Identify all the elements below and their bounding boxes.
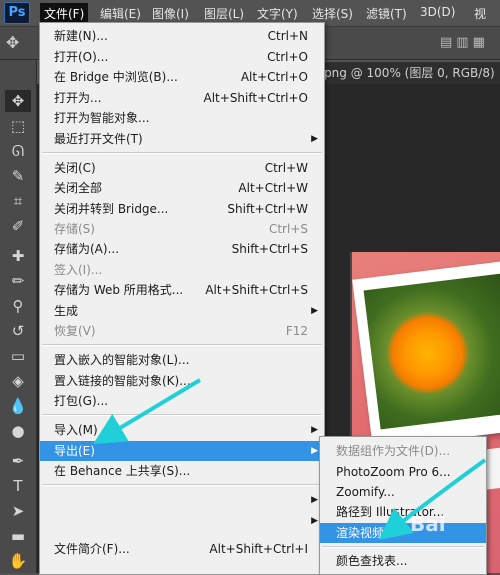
marquee-tool-icon[interactable]: ⬚ bbox=[5, 115, 31, 137]
pen-tool-icon[interactable]: ✒ bbox=[5, 450, 31, 472]
menu-file[interactable]: 文件(F) bbox=[40, 3, 89, 24]
paint-bucket-tool-icon[interactable]: ◈ bbox=[5, 370, 31, 392]
submenu-item-zoomify[interactable]: Zoomify... bbox=[320, 482, 486, 502]
submenu-item-layer-comps-to-files: 数据组作为文件(D)... bbox=[336, 444, 451, 458]
path-select-tool-icon[interactable]: ➤ bbox=[5, 500, 31, 522]
document-tab-title: s.png @ 100% (图层 0, RGB/8) bbox=[314, 66, 495, 80]
document-tab[interactable]: s.png @ 100% (图层 0, RGB/8) bbox=[300, 62, 500, 84]
watermark-text: Bai bbox=[410, 512, 446, 536]
menu-view[interactable]: 视 bbox=[472, 5, 488, 22]
history-brush-tool-icon[interactable]: ↺ bbox=[5, 320, 31, 342]
menu-item-open-smart-object[interactable]: 打开为智能对象... bbox=[40, 108, 324, 128]
menu-item-close[interactable]: 关闭(C) Ctrl+W bbox=[40, 158, 324, 178]
submenu-arrow-icon: ▶ bbox=[311, 134, 318, 144]
menu-item-place-embedded[interactable]: 置入嵌入的智能对象(L)... bbox=[40, 350, 324, 370]
submenu-item-render-video[interactable]: 渲染视频... bbox=[320, 523, 486, 543]
flower-photo bbox=[363, 273, 500, 430]
menu-item-export[interactable]: 导出(E) ▶ bbox=[40, 441, 324, 461]
dodge-tool-icon[interactable]: ● bbox=[5, 420, 31, 442]
menu-item-package[interactable]: 打包(G)... bbox=[40, 391, 324, 411]
lasso-tool-icon[interactable]: ᘏ bbox=[5, 140, 31, 162]
menu-separator bbox=[322, 546, 484, 548]
menu-3d[interactable]: 3D(D) bbox=[418, 5, 457, 19]
menu-layer[interactable]: 图层(L) bbox=[202, 5, 246, 22]
menu-item-open-as[interactable]: 打开为... Alt+Shift+Ctrl+O bbox=[40, 88, 324, 108]
menu-item-save: 存储(S) Ctrl+S bbox=[54, 222, 308, 236]
menu-item-file-info[interactable]: 文件简介(F)... Alt+Shift+Ctrl+I bbox=[40, 539, 324, 559]
menu-separator bbox=[42, 484, 322, 486]
crop-tool-icon[interactable]: ⌗ bbox=[5, 190, 31, 212]
eyedropper-tool-icon[interactable]: ✐ bbox=[5, 215, 31, 237]
menu-item-hidden-2[interactable]: ▶ bbox=[40, 511, 324, 531]
menu-item-close-go-bridge[interactable]: 关闭并转到 Bridge... Shift+Ctrl+W bbox=[40, 199, 324, 219]
menu-separator bbox=[42, 414, 322, 416]
menu-item-new[interactable]: 新建(N)... Ctrl+N bbox=[40, 26, 324, 46]
submenu-arrow-icon: ▶ bbox=[311, 306, 318, 316]
healing-brush-tool-icon[interactable]: ✚ bbox=[5, 245, 31, 267]
submenu-arrow-icon: ▶ bbox=[311, 516, 318, 526]
submenu-arrow-icon: ▶ bbox=[311, 495, 318, 505]
menu-separator bbox=[42, 152, 322, 154]
clone-stamp-tool-icon[interactable]: ⚲ bbox=[5, 295, 31, 317]
move-tool-icon[interactable]: ✥ bbox=[6, 33, 19, 52]
brush-tool-icon[interactable]: ✏ bbox=[5, 270, 31, 292]
hand-tool-icon[interactable]: ✋ bbox=[5, 550, 31, 572]
menu-type[interactable]: 文字(Y) bbox=[255, 5, 300, 22]
submenu-item-paths-to-illustrator[interactable]: 路径到 Illustrator... bbox=[320, 502, 486, 522]
menu-item-share-behance[interactable]: 在 Behance 上共享(S)... bbox=[40, 461, 324, 481]
menu-item-save-as[interactable]: 存储为(A)... Shift+Ctrl+S bbox=[40, 239, 324, 259]
menu-item-hidden-1[interactable]: ▶ bbox=[40, 490, 324, 510]
submenu-arrow-icon: ▶ bbox=[311, 425, 318, 435]
menu-image[interactable]: 图像(I) bbox=[150, 5, 191, 22]
file-menu: 新建(N)... Ctrl+N 打开(O)... Ctrl+O 在 Bridge 中… bbox=[39, 22, 325, 575]
rectangle-tool-icon[interactable]: ▬ bbox=[5, 525, 31, 547]
menu-item-browse-bridge[interactable]: 在 Bridge 中浏览(B)... Alt+Ctrl+O bbox=[40, 67, 324, 87]
quick-select-tool-icon[interactable]: ✎ bbox=[5, 165, 31, 187]
submenu-arrow-icon: ▶ bbox=[311, 446, 318, 456]
menu-filter[interactable]: 滤镜(T) bbox=[364, 5, 409, 22]
submenu-item-color-lookup-tables[interactable]: 颜色查找表... bbox=[320, 551, 486, 571]
align-icons[interactable]: ▤▥▦ bbox=[440, 35, 489, 50]
menu-item-open[interactable]: 打开(O)... Ctrl+O bbox=[40, 47, 324, 67]
eraser-tool-icon[interactable]: ▭ bbox=[5, 345, 31, 367]
type-tool-icon[interactable]: T bbox=[5, 475, 31, 497]
menu-item-close-all[interactable]: 关闭全部 Alt+Ctrl+W bbox=[40, 178, 324, 198]
menu-item-generate[interactable]: 生成 ▶ bbox=[40, 301, 324, 321]
menu-select[interactable]: 选择(S) bbox=[310, 5, 355, 22]
submenu-item-photozoom[interactable]: PhotoZoom Pro 6... bbox=[320, 462, 486, 482]
photo-frame bbox=[352, 261, 500, 449]
menu-item-check-in: 签入(I)... bbox=[54, 263, 103, 277]
photoshop-logo: Ps bbox=[4, 2, 30, 24]
menu-item-import[interactable]: 导入(M) ▶ bbox=[40, 420, 324, 440]
move-tool-icon[interactable]: ✥ bbox=[5, 90, 31, 112]
tools-panel: ✥ ⬚ ᘏ ✎ ⌗ ✐ ✚ ✏ ⚲ ↺ ▭ ◈ 💧 ● ✒ T ➤ ▬ ✋ bbox=[0, 60, 37, 573]
menu-item-save-for-web[interactable]: 存储为 Web 所用格式... Alt+Shift+Ctrl+S bbox=[40, 280, 324, 300]
menu-item-place-linked[interactable]: 置入链接的智能对象(K)... bbox=[40, 371, 324, 391]
blur-tool-icon[interactable]: 💧 bbox=[5, 395, 31, 417]
menu-item-revert: 恢复(V) F12 bbox=[54, 324, 308, 338]
export-submenu: 数据组作为文件(D)... PhotoZoom Pro 6... Zoomify… bbox=[319, 436, 487, 575]
menu-item-recent-files[interactable]: 最近打开文件(T) ▶ bbox=[40, 129, 324, 149]
menu-edit[interactable]: 编辑(E) bbox=[98, 5, 143, 22]
menu-separator bbox=[42, 344, 322, 346]
